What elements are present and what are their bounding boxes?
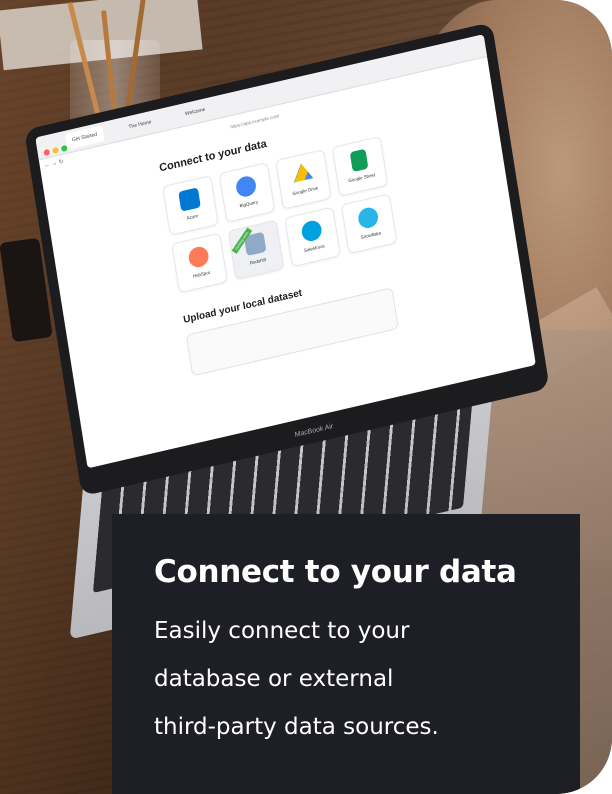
- google-sheets-icon: [349, 148, 369, 173]
- minimize-dot-icon[interactable]: [52, 146, 59, 155]
- connector-tile-azure[interactable]: Azure: [162, 175, 219, 236]
- browser-tab[interactable]: The Home: [122, 113, 159, 137]
- browser-tab[interactable]: Welcome: [178, 100, 212, 123]
- panel-description-line: database or external: [154, 666, 394, 692]
- panel-title: Connect to your data: [154, 554, 517, 590]
- connector-tile-snowflake[interactable]: Snowflake: [340, 193, 398, 255]
- panel-description-line: third-party data sources.: [154, 714, 439, 740]
- salesforce-icon: [300, 218, 323, 244]
- connector-label: Redshift: [249, 256, 267, 266]
- google-drive-icon: [291, 161, 314, 185]
- connector-tile-google-drive[interactable]: Google Drive: [275, 149, 332, 210]
- connector-label: BigQuery: [239, 199, 259, 209]
- connector-tile-salesforce[interactable]: Salesforce: [284, 206, 341, 268]
- connector-tile-hubspot[interactable]: HubSpot: [171, 232, 228, 294]
- connector-label: HubSpot: [192, 269, 211, 279]
- snowflake-icon: [356, 205, 380, 230]
- connector-label: Salesforce: [303, 243, 326, 254]
- close-dot-icon[interactable]: [43, 148, 51, 157]
- connector-tile-bigquery[interactable]: BigQuery: [218, 162, 276, 223]
- browser-tab[interactable]: Get Started: [65, 125, 105, 150]
- connector-label: Azure: [186, 213, 199, 221]
- connector-label: Google Drive: [292, 185, 319, 197]
- bigquery-icon: [234, 174, 258, 199]
- azure-icon: [178, 187, 201, 212]
- panel-description-line: Easily connect to your: [154, 618, 410, 644]
- connector-label: Google Sheet: [348, 172, 376, 184]
- connector-tile-google-sheet[interactable]: Google Sheet: [331, 135, 389, 197]
- connector-tile-redshift: Redshift Coming soon: [227, 219, 285, 281]
- feature-text-panel: Connect to your data Easily connect to y…: [112, 514, 580, 794]
- hero-card: Get Started The Home Welcome https://app…: [0, 0, 612, 794]
- connector-label: Snowflake: [360, 230, 382, 240]
- hubspot-icon: [187, 244, 210, 270]
